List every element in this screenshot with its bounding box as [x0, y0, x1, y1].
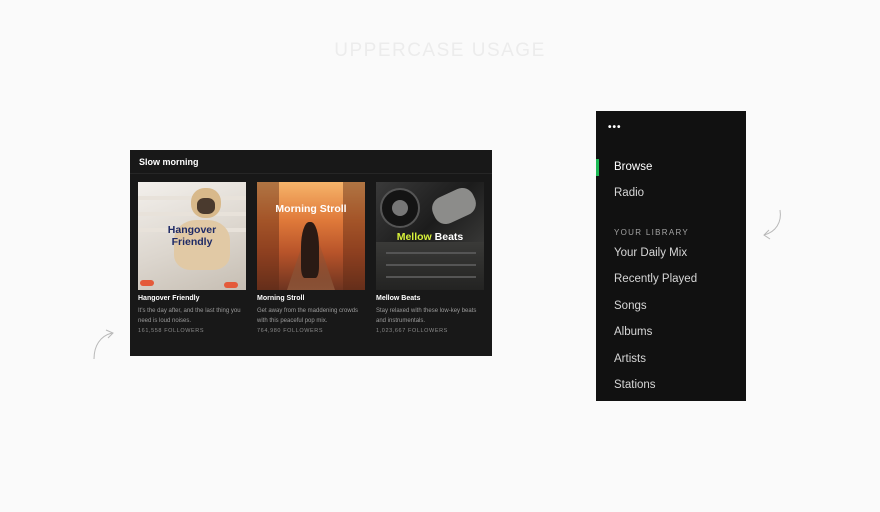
cover-text: Mellow Beats — [396, 231, 464, 243]
card-followers: 764,980 FOLLOWERS — [257, 328, 324, 334]
playlist-card-hangover[interactable]: Hangover Friendly Hangover Friendly It's… — [138, 182, 246, 334]
cover-art[interactable]: Hangover Friendly — [138, 182, 246, 290]
sidebar-item-albums[interactable]: Albums — [614, 326, 652, 338]
active-indicator — [596, 159, 599, 176]
sidebar: ••• Browse Radio YOUR LIBRARY Your Daily… — [596, 111, 746, 401]
sidebar-item-radio[interactable]: Radio — [614, 187, 644, 199]
playlist-card-mellow-beats[interactable]: Mellow Beats Mellow Beats Stay relaxed w… — [376, 182, 484, 334]
canvas: UPPERCASE USAGE Slow morning Hangover Fr… — [0, 0, 880, 512]
card-description: Get away from the maddening crowds with … — [257, 308, 359, 324]
playlist-panel: Slow morning Hangover Friendly Hangover … — [130, 150, 492, 356]
sidebar-item-songs[interactable]: Songs — [614, 300, 647, 312]
playlist-cards: Hangover Friendly Hangover Friendly It's… — [138, 182, 484, 334]
sidebar-item-browse[interactable]: Browse — [614, 161, 652, 173]
panel-title: Slow morning — [130, 150, 492, 174]
library-section-label: YOUR LIBRARY — [614, 228, 690, 237]
card-description: It's the day after, and the last thing y… — [138, 308, 241, 324]
card-title[interactable]: Hangover Friendly — [138, 295, 246, 302]
cover-text: Morning Stroll — [275, 203, 347, 215]
playlist-card-morning-stroll[interactable]: Morning Stroll Morning Stroll Get away f… — [257, 182, 365, 334]
card-followers: 161,558 FOLLOWERS — [138, 328, 205, 334]
card-title[interactable]: Mellow Beats — [376, 295, 484, 302]
curved-arrow-icon — [93, 329, 114, 360]
cover-art[interactable]: Morning Stroll — [257, 182, 365, 290]
more-dots-icon[interactable]: ••• — [608, 122, 622, 133]
card-followers: 1,023,667 FOLLOWERS — [376, 328, 448, 334]
sidebar-item-daily-mix[interactable]: Your Daily Mix — [614, 247, 687, 259]
cover-text: Hangover Friendly — [167, 224, 217, 248]
card-title[interactable]: Morning Stroll — [257, 295, 365, 302]
cover-art[interactable]: Mellow Beats — [376, 182, 484, 290]
sidebar-item-recently-played[interactable]: Recently Played — [614, 273, 697, 285]
sidebar-item-stations[interactable]: Stations — [614, 379, 656, 391]
page-heading: UPPERCASE USAGE — [334, 40, 546, 61]
sidebar-item-artists[interactable]: Artists — [614, 353, 646, 365]
card-description: Stay relaxed with these low-key beats an… — [376, 308, 477, 324]
curved-arrow-icon — [763, 209, 781, 240]
